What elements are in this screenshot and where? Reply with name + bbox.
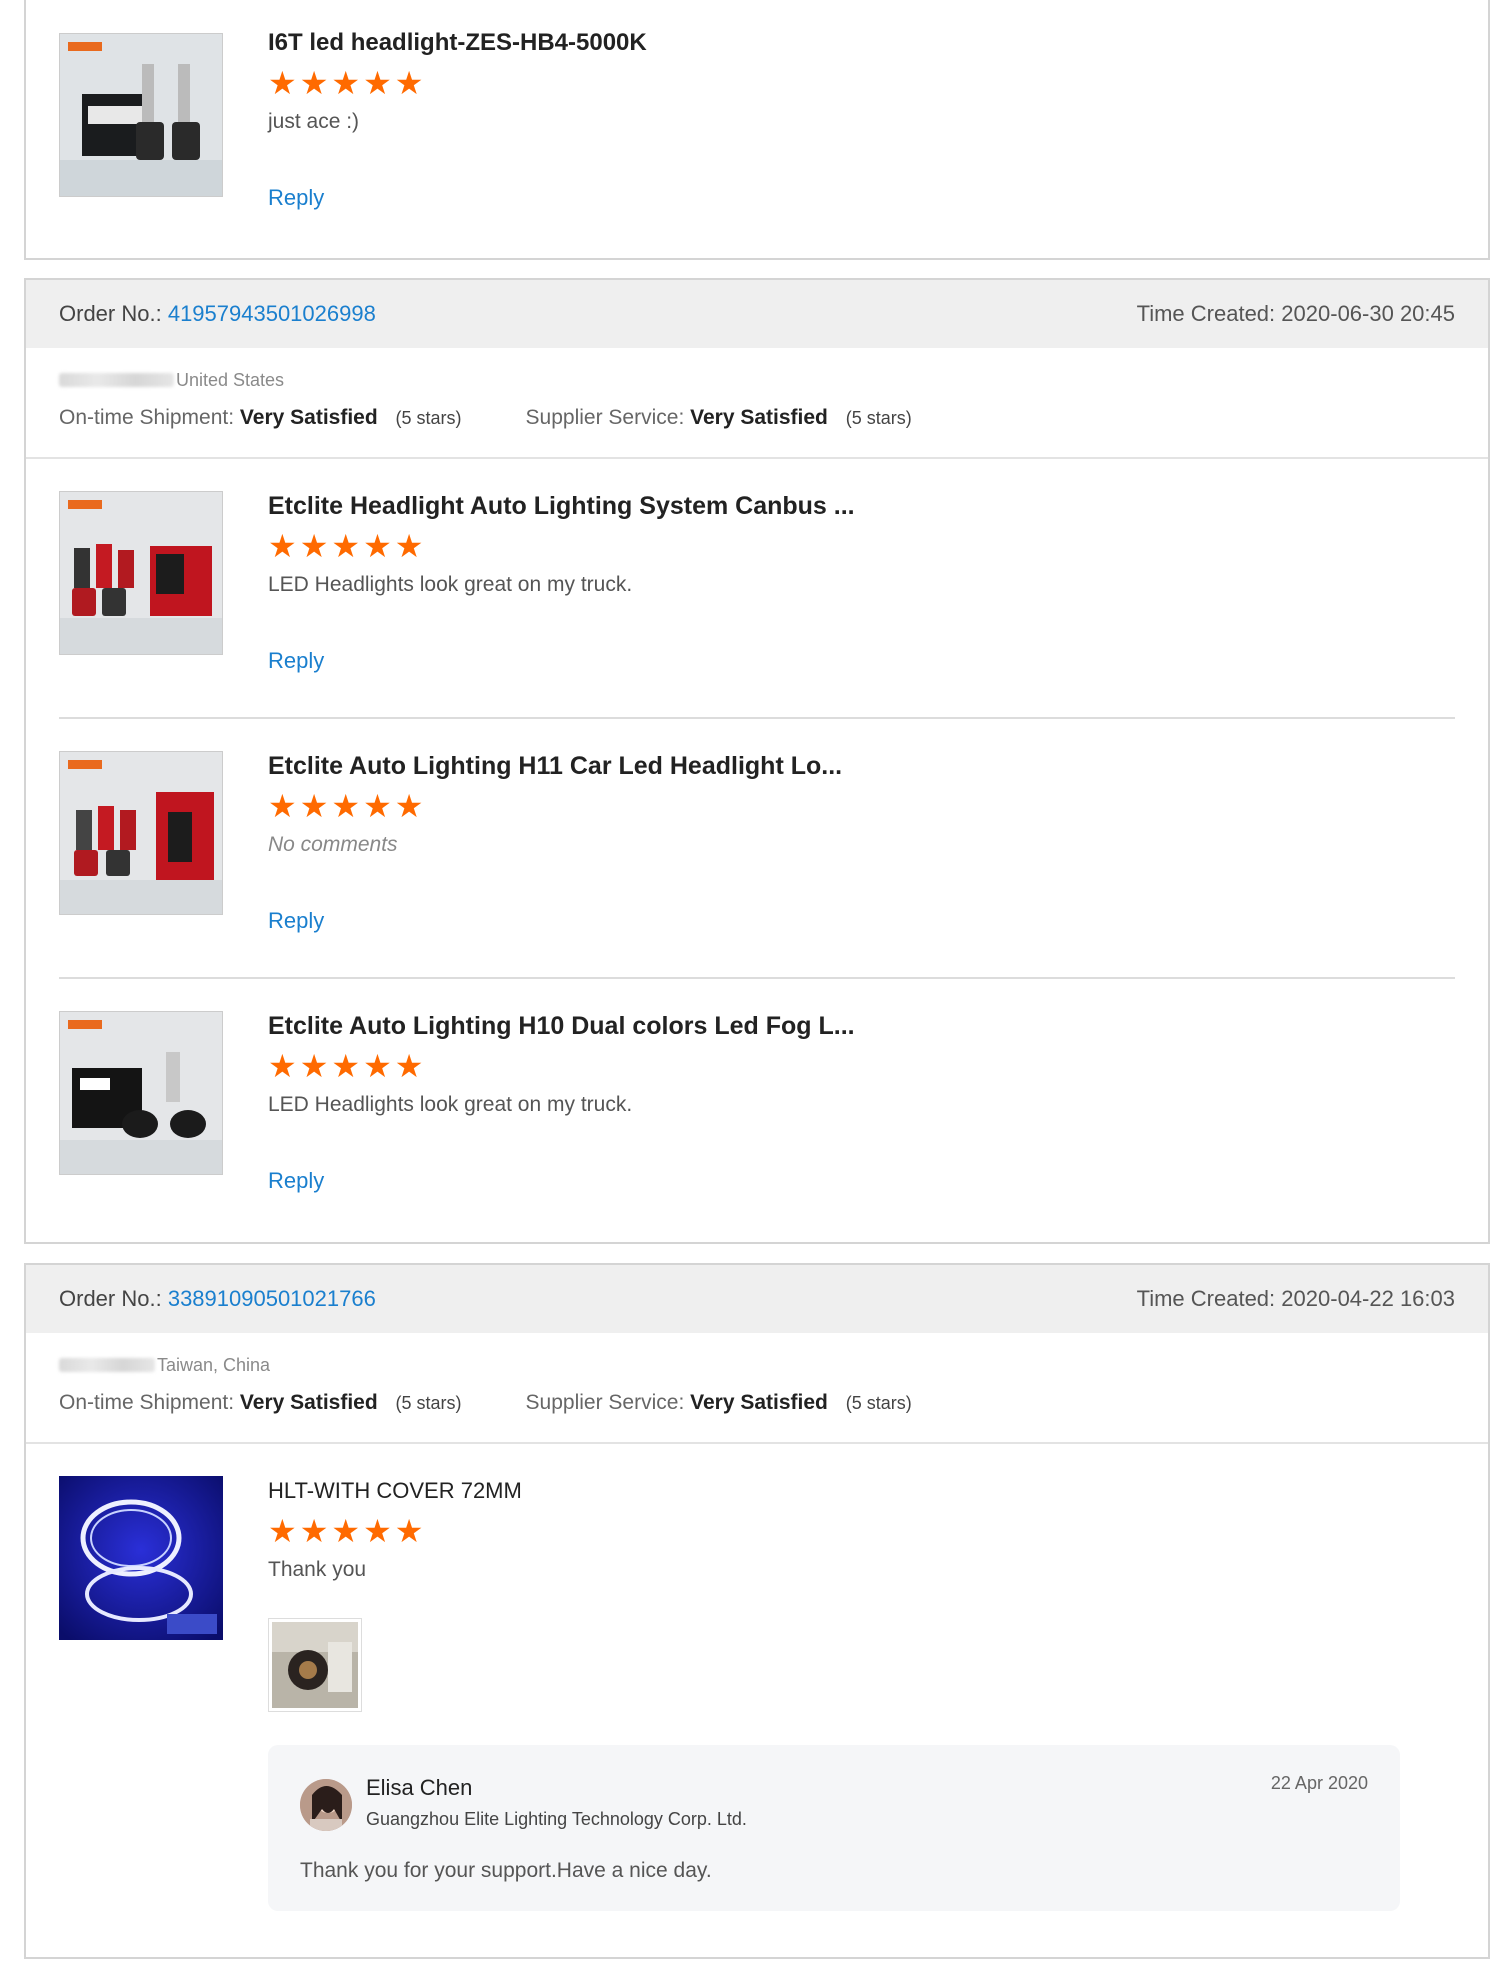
service-label: Supplier Service: bbox=[525, 1391, 685, 1414]
product-title[interactable]: Etclite Auto Lighting H10 Dual colors Le… bbox=[268, 1009, 855, 1043]
review-item: HLT-WITH COVER 72MM ★★★★★ Thank you Elis… bbox=[59, 1444, 1455, 1954]
product-title[interactable]: I6T led headlight-ZES-HB4-5000K bbox=[268, 26, 647, 60]
supplier-company: Guangzhou Elite Lighting Technology Corp… bbox=[366, 1809, 747, 1829]
product-thumbnail[interactable] bbox=[59, 751, 223, 915]
order-label: Order No.: bbox=[59, 301, 162, 326]
product-thumbnail[interactable] bbox=[59, 1476, 223, 1640]
service-value: Very Satisfied bbox=[690, 1391, 828, 1414]
order-label: Order No.: bbox=[59, 1286, 162, 1311]
order-number-link[interactable]: 33891090501021766 bbox=[168, 1286, 376, 1311]
service-stars: (5 stars) bbox=[845, 408, 912, 428]
order-number-link[interactable]: 41957943501026998 bbox=[168, 301, 376, 326]
reply-text: Thank you for your support.Have a nice d… bbox=[300, 1859, 712, 1882]
shipment-stars: (5 stars) bbox=[395, 408, 462, 428]
product-title[interactable]: HLT-WITH COVER 72MM bbox=[268, 1474, 1400, 1508]
rating-stars: ★★★★★ bbox=[268, 528, 427, 564]
supplier-reply: Elisa Chen Guangzhou Elite Lighting Tech… bbox=[268, 1745, 1400, 1911]
product-thumbnail[interactable] bbox=[59, 33, 223, 197]
review-item: Etclite Auto Lighting H10 Dual colors Le… bbox=[59, 979, 1455, 1239]
shipment-label: On-time Shipment: bbox=[59, 406, 235, 429]
order-header: Order No.: 33891090501021766 Time Create… bbox=[26, 1265, 1488, 1333]
rating-stars: ★★★★★ bbox=[268, 1513, 427, 1549]
review-card: I6T led headlight-ZES-HB4-5000K ★★★★★ ju… bbox=[24, 0, 1490, 260]
buyer-country: United States bbox=[176, 369, 285, 390]
shipment-value: Very Satisfied bbox=[239, 1391, 378, 1414]
order-ratings: On-time Shipment: Very Satisfied (5 star… bbox=[59, 1391, 1455, 1415]
buyer-name-blurred bbox=[59, 1358, 155, 1372]
buyer-info: United States On-time Shipment: Very Sat… bbox=[26, 348, 1488, 459]
buyer-name-blurred bbox=[59, 373, 174, 387]
product-title[interactable]: Etclite Headlight Auto Lighting System C… bbox=[268, 489, 855, 523]
shipment-stars: (5 stars) bbox=[395, 1393, 462, 1413]
service-stars: (5 stars) bbox=[845, 1393, 912, 1413]
review-card: Order No.: 41957943501026998 Time Create… bbox=[24, 278, 1490, 1244]
shipment-label: On-time Shipment: bbox=[59, 1391, 235, 1414]
review-comment: just ace :) bbox=[268, 110, 360, 133]
reply-link[interactable]: Reply bbox=[268, 1168, 855, 1194]
reply-link[interactable]: Reply bbox=[268, 185, 647, 211]
shipment-value: Very Satisfied bbox=[239, 406, 378, 429]
review-photo[interactable] bbox=[268, 1618, 362, 1712]
service-label: Supplier Service: bbox=[525, 406, 685, 429]
reply-link[interactable]: Reply bbox=[268, 648, 855, 674]
rating-stars: ★★★★★ bbox=[268, 788, 427, 824]
supplier-name: Elisa Chen bbox=[366, 1775, 473, 1800]
product-thumbnail[interactable] bbox=[59, 1011, 223, 1175]
supplier-avatar bbox=[300, 1779, 352, 1831]
review-comment: LED Headlights look great on my truck. bbox=[268, 1093, 633, 1116]
product-title[interactable]: Etclite Auto Lighting H11 Car Led Headli… bbox=[268, 749, 842, 783]
review-card: Order No.: 33891090501021766 Time Create… bbox=[24, 1263, 1490, 1959]
review-comment: No comments bbox=[268, 833, 398, 856]
rating-stars: ★★★★★ bbox=[268, 65, 427, 101]
time-created: 2020-04-22 16:03 bbox=[1281, 1286, 1455, 1311]
buyer-country: Taiwan, China bbox=[157, 1354, 271, 1375]
time-label: Time Created: bbox=[1136, 301, 1276, 326]
order-header: Order No.: 41957943501026998 Time Create… bbox=[26, 280, 1488, 348]
time-label: Time Created: bbox=[1136, 1286, 1276, 1311]
time-created: 2020-06-30 20:45 bbox=[1281, 301, 1455, 326]
product-thumbnail[interactable] bbox=[59, 491, 223, 655]
service-value: Very Satisfied bbox=[690, 406, 828, 429]
review-item: I6T led headlight-ZES-HB4-5000K ★★★★★ ju… bbox=[59, 0, 1455, 258]
reply-date: 22 Apr 2020 bbox=[1270, 1773, 1368, 1793]
buyer-info: Taiwan, China On-time Shipment: Very Sat… bbox=[26, 1333, 1488, 1444]
order-ratings: On-time Shipment: Very Satisfied (5 star… bbox=[59, 406, 1455, 430]
review-comment: LED Headlights look great on my truck. bbox=[268, 573, 633, 596]
review-item: Etclite Auto Lighting H11 Car Led Headli… bbox=[59, 719, 1455, 979]
reply-link[interactable]: Reply bbox=[268, 908, 842, 934]
review-comment: Thank you bbox=[268, 1558, 367, 1581]
review-item: Etclite Headlight Auto Lighting System C… bbox=[59, 459, 1455, 719]
rating-stars: ★★★★★ bbox=[268, 1048, 427, 1084]
